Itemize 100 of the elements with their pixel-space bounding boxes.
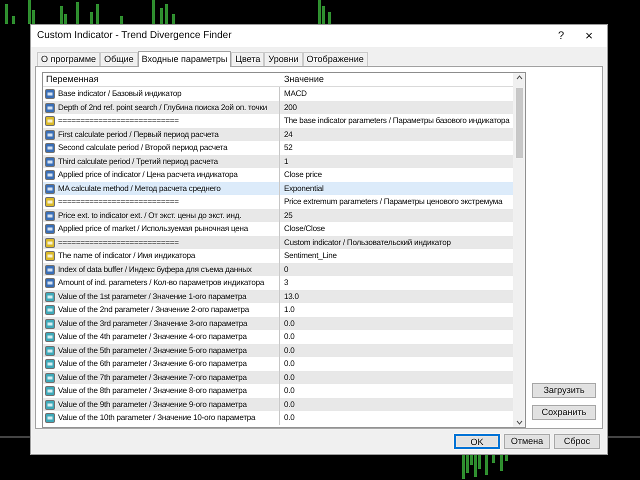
chart-bar [120, 16, 123, 24]
parameter-value: Close/Close [283, 223, 325, 236]
double-type-icon [45, 332, 55, 342]
scroll-thumb[interactable] [516, 88, 522, 158]
help-button[interactable]: ? [551, 28, 571, 44]
chart-bar [90, 12, 93, 24]
table-row[interactable]: Index of data buffer / Индекс буфера для съема данных 0 [43, 262, 513, 276]
table-row[interactable]: Price ext. to indicator ext. / От экст. цены до экст. инд. 25 [43, 208, 513, 222]
table-row[interactable]: First calculate period / Первый период расчета 24 [43, 128, 513, 142]
column-header: Переменная [45, 73, 100, 86]
parameter-name: Price ext. to indicator ext. / От экст. цены до экст. инд. [58, 210, 242, 222]
parameter-value: Sentiment_Line [283, 250, 337, 262]
chart-bar [160, 8, 163, 24]
string-type-icon [45, 251, 55, 262]
window-title: Custom Indicator - Trend Divergence Finder [37, 29, 233, 44]
int-type-icon [45, 224, 55, 234]
chart-bar [5, 4, 8, 24]
double-type-icon [45, 359, 55, 370]
table-row[interactable]: Depth of 2nd ref. point search / Глубина поиска 2ой оп. точки 200 [43, 100, 513, 114]
table-row[interactable]: =========================== Custom indicator / Пользовательский индикатор [43, 236, 513, 250]
double-type-icon [45, 413, 55, 424]
parameter-value: MACD [283, 88, 307, 100]
column-header: Значение [283, 73, 324, 86]
int-type-icon [45, 184, 55, 194]
parameter-name: Value of the 2nd parameter / Значение 2-ого параметра [58, 304, 250, 316]
parameter-value: 3 [283, 277, 288, 290]
parameter-value: 25 [283, 210, 292, 222]
parameter-name: Value of the 9th parameter / Значение 9-ого параметра [58, 398, 247, 411]
parameter-value: The base indicator parameters / Параметры базового индикатора [283, 115, 510, 128]
double-type-icon [45, 292, 55, 302]
parameter-value: 0.0 [283, 398, 295, 411]
scroll-down-icon[interactable] [516, 420, 522, 426]
chart-bar [152, 0, 155, 24]
scroll-up-icon[interactable] [516, 75, 522, 80]
tab[interactable]: Общие [100, 52, 138, 66]
chart-bar [328, 12, 331, 24]
parameter-name: Value of the 8th parameter / Значение 8-ого параметра [58, 385, 247, 398]
table-row[interactable]: Third calculate period / Третий период расчета 1 [43, 154, 513, 168]
table-row[interactable]: MA calculate method / Метод расчета среднего Exponential [43, 182, 513, 196]
parameter-name: Index of data buffer / Индекс буфера для съема данных [58, 264, 252, 276]
double-type-icon [45, 346, 55, 356]
double-type-icon [45, 386, 55, 396]
table-row[interactable]: Value of the 3rd parameter / Значение 3-ого параметра 0.0 [43, 316, 513, 330]
table-row[interactable]: Value of the 5th parameter / Значение 5-ого параметра 0.0 [43, 344, 513, 358]
table-row[interactable]: =========================== The base indicator parameters / Параметры базового индикатора [43, 114, 513, 128]
chart-bar [165, 4, 168, 24]
double-type-icon [45, 372, 55, 383]
table-row[interactable]: Value of the 9th parameter / Значение 9-ого параметра 0.0 [43, 398, 513, 412]
parameter-value: 0.0 [283, 318, 295, 330]
parameter-value: 13.0 [283, 290, 299, 303]
chart-bar [492, 455, 495, 463]
dialog-button[interactable]: Сброс [554, 434, 600, 450]
parameter-value: 0.0 [283, 331, 295, 344]
parameter-name: The name of indicator / Имя индикатора [58, 250, 196, 262]
parameter-name: Third calculate period / Третий период расчета [58, 156, 218, 168]
int-type-icon [45, 130, 55, 140]
side-button[interactable]: Сохранить [532, 405, 596, 420]
parameter-name: Value of the 1st parameter / Значение 1-ого параметра [58, 290, 246, 303]
parameter-name: Value of the 10th parameter / Значение 10-ого параметра [58, 412, 256, 424]
table-row[interactable]: Value of the 7th parameter / Значение 7-ого параметра 0.0 [43, 370, 513, 384]
parameter-name: Second calculate period / Второй период расчета [58, 142, 228, 154]
parameter-value: 200 [283, 102, 297, 114]
parameter-name: =========================== [58, 196, 179, 208]
double-type-icon [45, 305, 55, 316]
chart-bar [172, 14, 175, 24]
parameter-name: Applied price of indicator / Цена расчета индикатора [58, 169, 238, 182]
parameter-value: Close price [283, 169, 322, 182]
parameter-value: 24 [283, 128, 292, 141]
parameter-name: First calculate period / Первый период расчета [58, 128, 219, 141]
side-button[interactable]: Загрузить [532, 383, 596, 398]
tab[interactable]: Уровни [264, 52, 303, 66]
parameter-name: Value of the 7th parameter / Значение 7-ого параметра [58, 372, 247, 384]
parameter-name: Depth of 2nd ref. point search / Глубина поиска 2ой оп. точки [58, 102, 268, 114]
int-type-icon [45, 143, 55, 154]
double-type-icon [45, 318, 55, 329]
parameter-value: 0.0 [283, 412, 295, 424]
double-type-icon [45, 400, 55, 410]
parameter-name: Base indicator / Базовый индикатор [58, 88, 182, 100]
parameter-value: 0.0 [283, 358, 295, 370]
tab[interactable]: Отображение [302, 52, 368, 66]
tab[interactable]: Входные параметры [138, 51, 232, 68]
parameter-name: MA calculate method / Метод расчета среднего [58, 182, 221, 195]
close-button[interactable]: × [577, 26, 601, 46]
tab[interactable]: О программе [37, 52, 100, 66]
chart-bar [12, 16, 15, 24]
parameter-name: Value of the 4th parameter / Значение 4-ого параметра [58, 331, 247, 344]
parameter-value: 0 [283, 264, 288, 276]
chart-bar [505, 455, 508, 461]
dialog-button[interactable]: OK [454, 434, 500, 450]
parameter-name: =========================== [58, 236, 179, 249]
parameter-value: 0.0 [283, 385, 295, 398]
parameter-value: 1.0 [283, 304, 295, 316]
parameter-name: Applied price of market / Используемая рыночная цена [58, 223, 248, 236]
chart-bar [76, 2, 79, 24]
chart-bar [96, 4, 99, 24]
dialog-button[interactable]: Отмена [504, 434, 550, 450]
parameter-value: Exponential [283, 182, 324, 195]
int-type-icon [45, 170, 55, 180]
table-row[interactable]: Value of the 1st parameter / Значение 1-ого параметра 13.0 [43, 290, 513, 304]
tab[interactable]: Цвета [231, 52, 264, 66]
